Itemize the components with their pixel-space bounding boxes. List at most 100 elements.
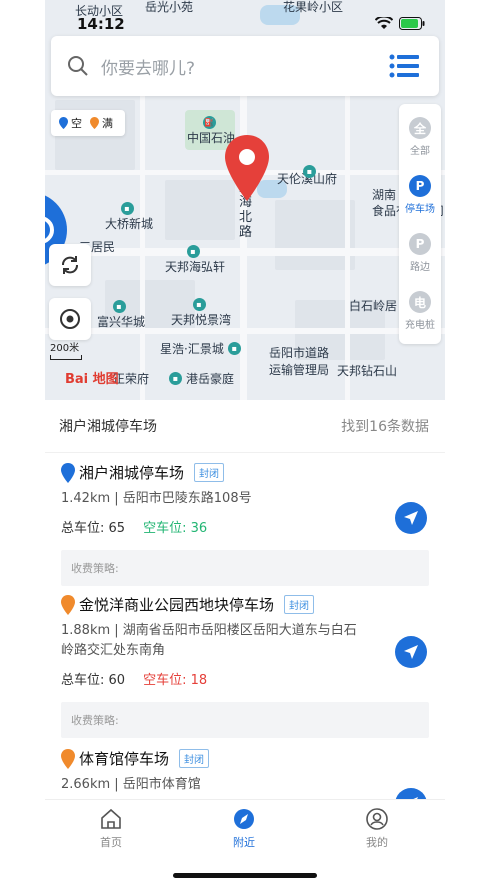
building-icon: ▪ [169,372,182,385]
home-icon [101,808,121,829]
results-count: 找到16条数据 [341,419,429,435]
poi-fuxing[interactable]: ▪ 富兴华城 [97,300,145,330]
map-view[interactable]: 长动小区 岳光小苑 花果岭小区 ⛽ 中国石油 天伦溪山府 ▪ 湖南 食品有限公司… [45,0,445,400]
poi-yueyang-road[interactable]: 岳阳市道路 运输管理局 [269,345,329,379]
filter-label: 停车场 [405,204,435,215]
total-spaces: 总车位: 60 [61,673,126,688]
compass-icon [234,809,254,829]
blue-pin-icon [59,117,68,129]
poi-gangyue[interactable]: ▪ 港岳豪庭 [169,370,234,387]
navigate-arrow-icon [404,645,418,659]
tab-label: 我的 [366,836,388,849]
poi-label: 天邦海弘轩 [165,260,226,274]
locate-button[interactable] [49,298,91,340]
all-icon: 全 [409,117,431,139]
user-icon [366,808,388,830]
search-placeholder: 你要去哪儿? [101,58,196,79]
search-bar[interactable]: 你要去哪儿? [51,36,439,96]
status-badge: 封闭 [179,749,210,768]
filter-all[interactable]: 全 全部 [409,108,431,166]
parking-card[interactable]: 体育馆停车场 封闭 2.66km | 岳阳市体育馆 [45,748,445,820]
poi-tianbang-zuanshi[interactable]: 天邦钻石山 [337,362,397,379]
building-icon: ▪ [303,165,316,178]
map-road [345,96,350,400]
poi-icon: ⛽ [202,116,216,129]
availability-legend: 空 满 [51,110,125,136]
refresh-button[interactable] [49,244,91,286]
total-spaces: 总车位: 65 [61,521,126,536]
poi-baishiling[interactable]: 白石岭居 [349,297,397,314]
poi-daqiao[interactable]: ▪ 大桥新城 [105,202,153,232]
tab-label: 附近 [233,836,255,849]
building-icon: ▪ [186,245,200,258]
legend-full-label: 满 [102,117,113,130]
filter-label: 路边 [410,262,430,273]
parking-spaces: 总车位: 65 空车位: 36 [61,517,445,536]
scale-label: 200米 [50,343,80,354]
building-icon: ▪ [112,300,126,313]
navigate-arrow-icon [404,511,418,525]
parking-name: 体育馆停车场 [79,750,170,768]
orange-pin-icon [90,117,99,129]
card-name-row: 体育馆停车场 封闭 [61,748,445,769]
poi-label: 富兴华城 [97,315,146,329]
bottom-tab-bar: 首页 附近 我的 [45,799,445,883]
free-spaces: 空车位: 36 [143,521,208,536]
poi-xinghao[interactable]: 星浩·汇景城 ▪ [160,340,241,357]
charging-icon: 电 [409,291,431,313]
poi-tianbang-yuejing[interactable]: ▪ 天邦悦景湾 [171,298,231,328]
status-badge: 封闭 [284,595,315,614]
tab-home[interactable]: 首页 [71,808,151,850]
app-screen: 长动小区 岳光小苑 花果岭小区 ⛽ 中国石油 天伦溪山府 ▪ 湖南 食品有限公司… [45,0,445,883]
parking-spaces: 总车位: 60 空车位: 18 [61,669,445,688]
navigate-button[interactable] [395,502,427,534]
free-spaces: 空车位: 18 [143,673,208,688]
filter-parking-lot[interactable]: P 停车场 [405,166,435,224]
scale-bar [50,355,82,360]
parking-card[interactable]: 金悦洋商业公园西地块停车场 封闭 1.88km | 湖南省岳阳市岳阳楼区岳阳大道… [45,594,445,738]
poi-tianbang-haihong[interactable]: ▪ 天邦海弘轩 [165,245,225,275]
parking-address: 1.42km | 岳阳市巴陵东路108号 [61,491,252,506]
poi-label: 星浩·汇景城 [160,342,224,356]
tab-nearby[interactable]: 附近 [204,808,284,850]
battery-icon [399,17,425,30]
tab-label: 首页 [100,836,122,849]
baidu-logo: Bai 地图 [65,372,119,387]
status-time: 14:12 [77,15,125,33]
building-icon: ▪ [192,298,206,311]
status-bar: 14:12 [45,0,445,36]
tab-mine[interactable]: 我的 [337,808,417,850]
parking-address: 2.66km | 岳阳市体育馆 [61,777,201,792]
fee-policy: 收费策略: [61,550,429,586]
orange-pin-icon [61,748,75,769]
map-filter-panel: 全 全部 P 停车场 P 路边 电 充电桩 [399,104,441,344]
poi-tianlun-icon: ▪ [303,165,320,178]
parking-card[interactable]: 湘户湘城停车场 封闭 1.42km | 岳阳市巴陵东路108号 总车位: 65 … [45,462,445,586]
navigate-button[interactable] [395,636,427,668]
locate-icon [60,309,80,329]
home-indicator [173,873,317,878]
parking-name: 金悦洋商业公园西地块停车场 [79,596,275,614]
wifi-icon [375,17,393,29]
filter-label: 全部 [410,146,430,157]
building-icon: ▪ [227,342,241,355]
filter-label: 充电桩 [405,320,435,331]
poi-label: 港岳豪庭 [186,372,235,386]
roadside-parking-icon: P [409,233,431,255]
filter-charging[interactable]: 电 充电桩 [405,282,435,340]
map-block [275,200,355,270]
building-icon: ▪ [120,202,134,215]
card-name-row: 金悦洋商业公园西地块停车场 封闭 [61,594,445,615]
filter-roadside[interactable]: P 路边 [409,224,431,282]
results-title: 湘户湘城停车场 [59,419,157,435]
search-icon [68,56,88,76]
parking-address: 1.88km | 湖南省岳阳市岳阳楼区岳阳大道东与白石岭路交汇处东南角 [61,623,357,658]
parking-icon: P [409,175,431,197]
list-view-icon[interactable] [389,53,419,79]
refresh-icon [62,256,78,274]
orange-pin-icon [61,594,75,615]
blue-pin-icon [61,462,75,483]
poi-label: 大桥新城 [105,217,154,231]
results-header: 湘户湘城停车场 找到16条数据 [45,400,445,453]
card-name-row: 湘户湘城停车场 封闭 [61,462,445,483]
